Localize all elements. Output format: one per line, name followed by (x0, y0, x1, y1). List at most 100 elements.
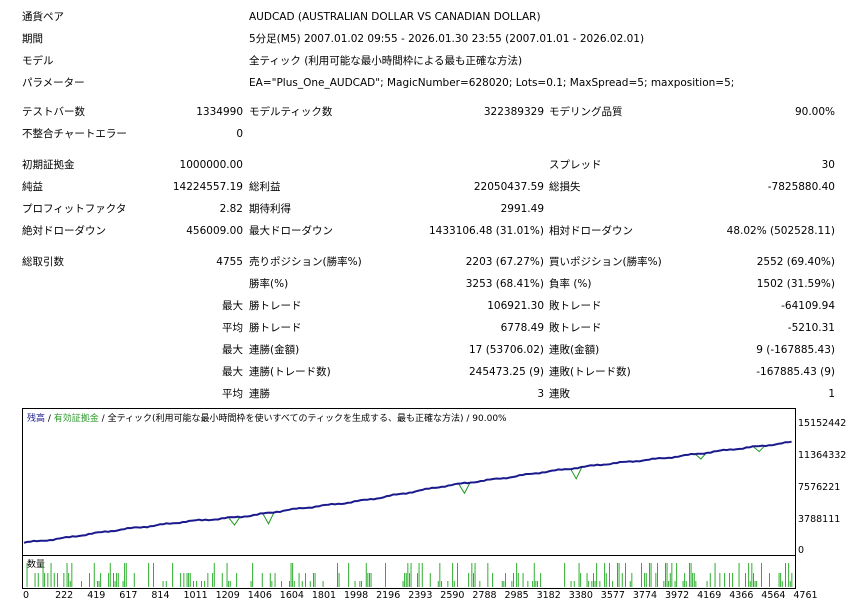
volume-bar (404, 573, 406, 587)
volume-bar (668, 581, 670, 587)
value-absolute-drawdown: 456009.00 (186, 225, 243, 237)
volume-bar (706, 581, 708, 587)
value-avg-consec-losses: 1 (828, 388, 835, 400)
volume-bar (188, 573, 190, 587)
label-absolute-drawdown: 絶対ドローダウン (22, 225, 106, 237)
value-max-drawdown: 1433106.48 (31.01%) (428, 225, 544, 237)
volume-chart: 数量 (22, 556, 796, 589)
header-value-symbol: AUDCAD (AUSTRALIAN DOLLAR VS CANADIAN DO… (249, 11, 541, 23)
volume-bar (301, 581, 303, 587)
volume-bar (417, 573, 418, 587)
volume-bar (250, 581, 252, 587)
volume-bar (63, 573, 65, 587)
volume-bar (162, 581, 164, 587)
volume-bar (305, 573, 306, 587)
volume-bar (604, 563, 606, 587)
label-max-win-trade: 勝トレード (249, 300, 302, 312)
volume-bar (537, 581, 538, 587)
volume-bar (116, 573, 118, 587)
volume-bar (641, 563, 642, 587)
volume-bar (441, 581, 442, 587)
header-value-parameters: EA="Plus_One_AUDCAD"; MagicNumber=628020… (249, 77, 735, 89)
label-consec-loss-amount: 連敗(金額) (549, 344, 600, 356)
volume-bar (172, 563, 174, 587)
value-gross-loss: -7825880.40 (767, 181, 835, 193)
volume-bar (695, 581, 697, 587)
volume-bar (769, 573, 770, 587)
volume-bar (594, 581, 596, 587)
volume-bar (631, 573, 633, 587)
x-tick: 4366 (729, 590, 754, 601)
volume-bar (593, 573, 594, 587)
volume-bar (66, 563, 68, 587)
volume-bar (98, 581, 100, 587)
label-total-trades: 総取引数 (22, 256, 64, 268)
volume-bar (447, 581, 449, 587)
volume-bar (492, 573, 494, 587)
volume-bar (453, 581, 455, 587)
volume-bar (535, 581, 537, 587)
x-tick: 0 (23, 590, 30, 601)
x-tick: 1406 (247, 590, 272, 601)
label-max-3: 最大 (222, 366, 243, 378)
volume-bar (89, 573, 90, 587)
label-win-rate: 勝率(%) (249, 278, 289, 290)
value-avg-loss-trade: -5210.31 (787, 322, 835, 334)
volume-bar (165, 581, 167, 587)
volume-bar (588, 581, 590, 587)
volume-bar (113, 573, 114, 587)
volume-bar (236, 573, 238, 587)
volume-bar (212, 573, 214, 587)
volume-bar (71, 563, 73, 587)
volume-bar (682, 581, 684, 587)
volume-bar (290, 563, 292, 587)
volume-bar (751, 563, 753, 587)
volume-bar (281, 581, 282, 587)
label-avg-loss-trade: 敗トレード (549, 322, 602, 334)
volume-bar (745, 573, 746, 587)
x-tick: 617 (119, 590, 138, 601)
volume-bar (322, 581, 324, 587)
label-gross-profit: 総利益 (249, 181, 281, 193)
volume-bar (761, 563, 762, 587)
volume-bar (437, 581, 439, 587)
label-mismatch-errors: 不整合チャートエラー (22, 128, 127, 140)
value-avg-consec-wins: 3 (537, 388, 544, 400)
volume-bar (289, 581, 290, 587)
volume-bar (540, 573, 542, 587)
volume-bar (617, 563, 618, 587)
volume-bar (789, 581, 791, 587)
value-modeling-quality: 90.00% (794, 106, 835, 118)
volume-bar (655, 573, 657, 587)
y-tick: 15152442 (798, 418, 847, 429)
volume-bar (778, 573, 780, 587)
volume-bar (34, 573, 36, 587)
volume-bar (365, 563, 367, 587)
volume-bar (44, 573, 46, 587)
volume-bar (591, 581, 593, 587)
volume-bar (719, 573, 721, 587)
value-total-trades: 4755 (216, 256, 243, 268)
value-long-positions: 2552 (69.40%) (756, 256, 835, 268)
volume-bar (402, 581, 404, 587)
volume-bar (663, 581, 665, 587)
volume-bar (42, 563, 44, 587)
value-expected-payoff: 2991.49 (500, 203, 544, 215)
header-label-parameters: パラメーター (22, 77, 85, 89)
value-short-positions: 2203 (67.27%) (465, 256, 544, 268)
volume-bar (221, 573, 223, 587)
volume-bar (621, 573, 623, 587)
label-test-bars: テストバー数 (22, 106, 85, 118)
balance-plot (23, 440, 792, 544)
label-profit-factor: プロフィットファクタ (22, 203, 127, 215)
balance-line (23, 440, 792, 544)
x-tick: 2196 (376, 590, 401, 601)
value-max-loss-trade: -64109.94 (781, 300, 835, 312)
volume-bar (629, 581, 631, 587)
volume-bar (348, 563, 350, 587)
label-avg-1: 平均 (222, 322, 243, 334)
volume-bar (409, 573, 410, 587)
volume-bar (791, 573, 793, 587)
x-tick: 222 (55, 590, 74, 601)
volume-bar (429, 573, 431, 587)
